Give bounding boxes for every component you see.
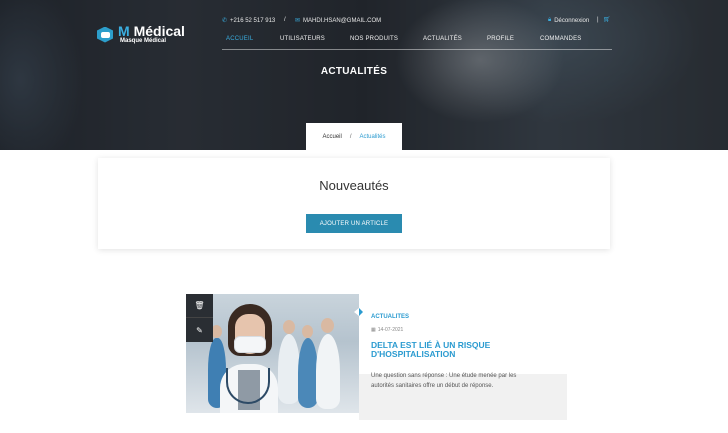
breadcrumb-current: Actualités (359, 134, 386, 140)
news-header-card: Nouveautés AJOUTER UN ARTICLE (98, 158, 610, 249)
article-excerpt: Une question sans réponse : Une étude me… (371, 373, 517, 389)
add-article-button[interactable]: AJOUTER UN ARTICLE (306, 214, 402, 233)
lock-icon: 🔒︎ (548, 17, 552, 23)
breadcrumb: Accueil / Actualités (306, 123, 402, 150)
article-title[interactable]: DELTA EST LIÉ À UN RISQUE D'HOSPITALISAT… (371, 341, 521, 359)
page-title: ACTUALITÉS (320, 66, 388, 77)
mail-icon: ✉ (295, 18, 301, 24)
trash-icon[interactable]: 🗑︎ (186, 294, 213, 318)
brand-logo[interactable]: M Médical Masque Médical (97, 24, 185, 45)
pointer-arrow-icon (359, 308, 363, 316)
nav-item-utilisateurs[interactable]: UTILISATEURS (280, 36, 325, 42)
article-card: 🗑︎ ✎ ACTUALITES ▦ 14-07-2021 DELTA EST L… (186, 294, 567, 420)
logout-label: Déconnexion (554, 17, 590, 24)
nav-item-commandes[interactable]: COMMANDES (540, 36, 581, 42)
article-date: ▦ 14-07-2021 (371, 327, 403, 333)
breadcrumb-home[interactable]: Accueil (322, 134, 341, 140)
brand-tagline: Masque Médical (120, 38, 167, 44)
nav-item-profile[interactable]: PROFILE (487, 36, 514, 42)
article-actions: 🗑︎ ✎ (186, 294, 213, 342)
mask-logo-icon (97, 26, 115, 44)
phone-number: +216 52 517 913 (230, 17, 276, 24)
hero-banner: M Médical Masque Médical ✆ +216 52 517 9… (0, 0, 728, 150)
nav-item-accueil[interactable]: ACCUEIL (226, 36, 253, 42)
cart-icon[interactable]: 🛒︎ (603, 16, 611, 23)
edit-icon[interactable]: ✎ (186, 318, 213, 342)
email-contact[interactable]: ✉ MAHDI.HSAN@GMAIL.COM (295, 17, 382, 25)
nav-item-actualites[interactable]: ACTUALITÉS (423, 36, 462, 42)
brand-name: Médical (133, 23, 185, 39)
logout-link[interactable]: 🔒︎ Déconnexion (548, 17, 589, 24)
topbar-divider: | (597, 17, 599, 23)
article-category[interactable]: ACTUALITES (371, 314, 409, 320)
brand-prefix: M (118, 23, 130, 39)
phone-contact[interactable]: ✆ +216 52 517 913 (222, 17, 276, 25)
phone-icon: ✆ (222, 18, 228, 24)
nav-item-nos-produits[interactable]: NOS PRODUITS (350, 36, 398, 42)
article-date-text: 14-07-2021 (377, 327, 404, 333)
breadcrumb-separator: / (349, 134, 352, 140)
main-nav: ACCUEIL UTILISATEURS NOS PRODUITS ACTUAL… (222, 34, 612, 50)
article-info-panel (354, 294, 567, 374)
topbar: ✆ +216 52 517 913 / ✉ MAHDI.HSAN@GMAIL.C… (222, 15, 612, 27)
section-title: Nouveautés (319, 178, 389, 193)
email-address: MAHDI.HSAN@GMAIL.COM (303, 17, 382, 24)
calendar-icon: ▦ (371, 327, 376, 333)
topbar-separator: / (284, 17, 286, 23)
